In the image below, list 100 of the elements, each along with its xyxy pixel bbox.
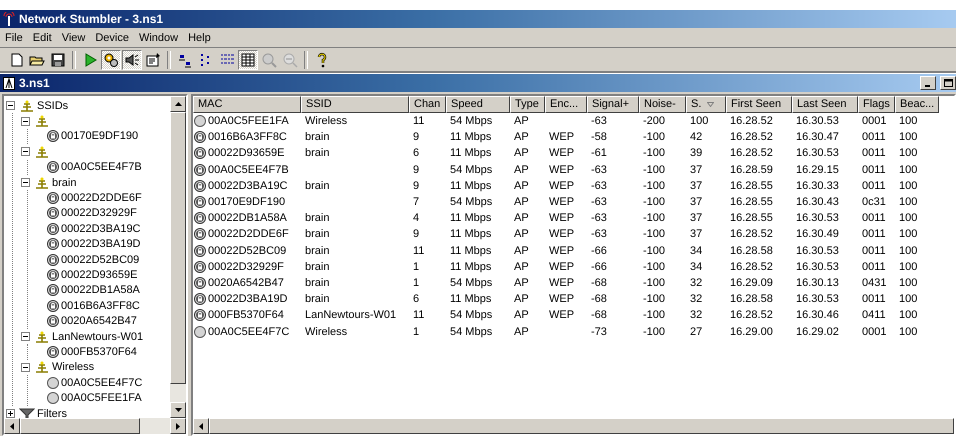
tree-item[interactable]: 00022D52BC09 bbox=[61, 254, 140, 266]
column-header[interactable]: Enc... bbox=[545, 96, 587, 113]
tree-item[interactable]: 00170E9DF190 bbox=[61, 130, 138, 142]
table-cell-text: WEP bbox=[548, 228, 576, 240]
collapse-toggle[interactable] bbox=[6, 101, 15, 110]
tree-item[interactable]: 00022D93659E bbox=[61, 268, 138, 281]
expand-toggle[interactable] bbox=[6, 409, 15, 418]
column-header[interactable]: S. bbox=[686, 96, 726, 113]
table-cell-text: 11 Mbps bbox=[449, 260, 492, 273]
table-cell-text: 11 bbox=[412, 309, 426, 322]
collapse-toggle[interactable] bbox=[21, 116, 30, 126]
tree-item[interactable]: LanNewtours-W01 bbox=[52, 330, 144, 343]
column-header[interactable]: SSID bbox=[301, 96, 409, 113]
table-cell-text: -68 bbox=[590, 276, 608, 289]
collapse-toggle[interactable] bbox=[21, 147, 30, 156]
details-view-icon bbox=[240, 52, 256, 68]
column-header[interactable]: First Seen bbox=[726, 96, 792, 113]
gears-icon bbox=[103, 52, 119, 68]
toolbar-button[interactable] bbox=[238, 50, 258, 70]
tree-item[interactable]: 00022D2DDE6F bbox=[61, 192, 142, 204]
antenna-icon bbox=[34, 330, 50, 343]
table-cell-text: 100 bbox=[898, 147, 918, 160]
column-header[interactable]: Last Seen bbox=[792, 96, 858, 113]
menu-item[interactable]: Help bbox=[183, 32, 216, 44]
collapse-toggle[interactable] bbox=[21, 362, 30, 372]
horizontal-scrollbar[interactable] bbox=[193, 418, 954, 434]
table-cell-text: 54 Mbps bbox=[449, 115, 494, 128]
menu-item[interactable]: View bbox=[56, 32, 90, 44]
table-cell-text: -68 bbox=[590, 309, 608, 322]
table-cell-text: 0011 bbox=[861, 293, 887, 306]
tree-item[interactable]: 00022D3BA19C bbox=[61, 222, 141, 235]
table-cell-text: 100 bbox=[898, 293, 918, 306]
column-header[interactable]: Flags bbox=[858, 96, 895, 113]
table-cell-text: 11 Mbps bbox=[449, 228, 492, 240]
table-cell-text: 100 bbox=[898, 326, 918, 338]
speaker-icon bbox=[124, 52, 140, 68]
column-header[interactable]: Type bbox=[510, 96, 545, 113]
menu-item[interactable]: Device bbox=[90, 32, 134, 44]
horizontal-scrollbar[interactable] bbox=[4, 418, 186, 434]
table-cell-text: -100 bbox=[642, 228, 666, 240]
table-cell-text: -100 bbox=[642, 147, 666, 160]
tree-item[interactable]: 00022DB1A58A bbox=[61, 284, 140, 296]
collapse-toggle[interactable] bbox=[21, 178, 30, 188]
plus-icon bbox=[8, 411, 13, 416]
minimize-button[interactable] bbox=[920, 76, 936, 90]
table-cell-text: 100 bbox=[898, 212, 918, 224]
magnifier-icon bbox=[261, 52, 277, 68]
tree-item[interactable]: Wireless bbox=[52, 361, 94, 374]
table-cell-text: 37 bbox=[689, 180, 704, 192]
tree-item[interactable]: 00A0C5EE4F7B bbox=[61, 161, 142, 174]
toolbar-button[interactable] bbox=[122, 50, 142, 70]
table-cell-text: 37 bbox=[689, 196, 704, 208]
table-cell: 00022DB1A58A bbox=[208, 212, 287, 224]
table-cell-text: brain bbox=[304, 180, 330, 192]
column-header[interactable]: Speed bbox=[446, 96, 510, 113]
table-cell-text: 0001 bbox=[861, 115, 888, 128]
table-cell-text: 16.28.59 bbox=[729, 164, 774, 176]
column-header[interactable]: Noise- bbox=[639, 96, 686, 113]
table-cell-text: 11 Mbps bbox=[449, 147, 492, 160]
table-cell-text: AP bbox=[513, 164, 530, 176]
column-header[interactable]: Beac... bbox=[895, 96, 939, 113]
table-cell-text: 16.30.33 bbox=[795, 180, 840, 192]
tree-item[interactable]: 00022D3BA19D bbox=[61, 238, 141, 250]
table-cell-text: WEP bbox=[548, 293, 576, 306]
tree-item[interactable]: 00A0C5EE4F7C bbox=[61, 376, 142, 389]
tree-item[interactable]: 0016B6A3FF8C bbox=[61, 300, 140, 312]
tree-item[interactable]: Filters bbox=[37, 408, 67, 418]
tree-item[interactable]: 0020A6542B47 bbox=[61, 315, 137, 328]
table-cell-text: 11 bbox=[412, 115, 426, 128]
table-cell-text: AP bbox=[513, 309, 530, 322]
tree-item[interactable]: 00022D32929F bbox=[61, 207, 137, 220]
column-header[interactable]: Chan bbox=[409, 96, 446, 113]
table-cell-text: 100 bbox=[898, 131, 918, 144]
tree-item[interactable]: 000FB5370F64 bbox=[61, 346, 137, 358]
table-cell-text: 39 bbox=[689, 147, 704, 160]
vertical-scrollbar[interactable] bbox=[170, 96, 186, 418]
menu-item[interactable]: Edit bbox=[28, 32, 57, 44]
table-cell-text: Wireless bbox=[304, 115, 348, 128]
table-cell-text: 16.28.55 bbox=[729, 180, 774, 192]
column-header[interactable]: MAC bbox=[193, 96, 301, 113]
menu-item[interactable]: File bbox=[0, 32, 28, 44]
table-cell-text: AP bbox=[513, 228, 530, 240]
menu-item[interactable]: Window bbox=[134, 32, 184, 44]
table-cell-text: 100 bbox=[898, 115, 918, 128]
collapse-toggle[interactable] bbox=[21, 332, 30, 342]
table-cell-text: 16.28.52 bbox=[729, 228, 774, 240]
table-cell-text: -100 bbox=[642, 260, 666, 273]
table-cell-text: AP bbox=[513, 326, 530, 338]
table-cell-text: brain bbox=[304, 228, 330, 240]
maximize-button[interactable] bbox=[940, 76, 956, 90]
table-cell-text: 16.28.55 bbox=[729, 212, 774, 224]
down-arrow-icon bbox=[174, 408, 182, 412]
table-cell: 00A0C5FEE1FA bbox=[208, 115, 289, 128]
tree-item[interactable]: brain bbox=[52, 176, 76, 189]
column-header[interactable]: Signal+ bbox=[587, 96, 639, 113]
table-cell-text: 42 bbox=[689, 131, 704, 144]
tree-item[interactable]: 00A0C5FEE1FA bbox=[61, 392, 142, 404]
tree-item[interactable]: SSIDs bbox=[37, 100, 68, 112]
toolbar-button[interactable] bbox=[101, 50, 121, 70]
table-cell-text: 16.30.53 bbox=[795, 115, 840, 128]
